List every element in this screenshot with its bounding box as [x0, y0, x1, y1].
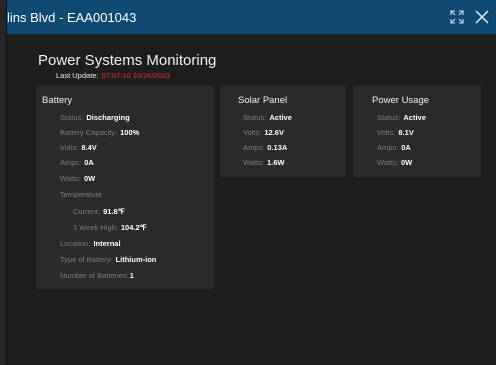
solar-panel-card-title: Solar Panel — [238, 95, 288, 106]
battery-type-row: Type of Battery: Lithium-ion — [60, 255, 156, 264]
power-usage-card-title: Power Usage — [372, 95, 430, 106]
battery-temp-current-row: Current: 91.8℉ — [73, 207, 125, 216]
usage-volts-label: Volts: — [377, 128, 396, 137]
page-title: Power Systems Monitoring — [38, 52, 217, 69]
usage-amps-value: 0A — [401, 143, 411, 152]
battery-card: Battery Status: Discharging Battery Capac… — [36, 85, 214, 289]
dialog-titlebar: lins Blvd - EAA001043 — [7, 0, 496, 34]
usage-amps-row: Amps: 0A — [377, 143, 411, 152]
battery-amps-row: Amps: 0A — [60, 158, 94, 167]
solar-watts-label: Watts: — [243, 158, 264, 167]
battery-capacity-label: Battery Capacity: — [60, 128, 118, 137]
battery-number-value: 1 — [129, 271, 134, 280]
battery-watts-label: Watts: — [60, 174, 81, 183]
battery-temp-week-high-label: 1 Week High: — [73, 223, 118, 232]
solar-watts-value: 1.6W — [266, 158, 285, 167]
battery-location-label: Location: — [60, 239, 91, 248]
solar-amps-value: 0.13A — [267, 143, 288, 152]
battery-temp-current-value: 91.8℉ — [103, 207, 125, 216]
solar-amps-label: Amps: — [243, 143, 265, 152]
background-app-sidebar — [0, 0, 7, 365]
battery-temperature-heading: Temperature — [60, 190, 102, 199]
usage-amps-label: Amps: — [377, 143, 399, 152]
battery-temp-week-high-value: 104.2℉ — [120, 223, 147, 232]
battery-amps-value: 0A — [84, 158, 94, 167]
battery-number-row: Number of Batteries:1 — [60, 271, 134, 280]
close-icon[interactable] — [473, 8, 491, 26]
usage-status-value: Active — [403, 113, 426, 122]
solar-volts-label: Volts: — [243, 128, 262, 137]
usage-status-label: Status: — [377, 113, 401, 122]
last-update: Last Update: 07:07:10 10/26/2023 — [56, 71, 170, 80]
battery-watts-value: 0W — [83, 174, 96, 183]
battery-type-value: Lithium-ion — [115, 255, 157, 264]
expand-icon[interactable] — [448, 8, 466, 26]
battery-temp-current-label: Current: — [73, 207, 101, 216]
solar-amps-row: Amps: 0.13A — [243, 143, 287, 152]
usage-status-row: Status: Active — [377, 113, 426, 122]
battery-status-value: Discharging — [86, 113, 130, 122]
battery-capacity-row: Battery Capacity: 100% — [60, 128, 139, 137]
power-monitor-dialog: lins Blvd - EAA001043 Power Systems Moni… — [7, 0, 496, 365]
battery-number-label: Number of Batteries: — [60, 271, 129, 280]
battery-volts-row: Volts: 8.4V — [60, 143, 97, 152]
usage-watts-row: Watts: 0W — [377, 158, 412, 167]
solar-status-label: Status: — [243, 113, 267, 122]
solar-panel-card: Solar Panel Status: Active Volts: 12.6V Am… — [220, 85, 346, 177]
battery-watts-row: Watts: 0W — [60, 174, 95, 183]
usage-volts-row: Volts: 8.1V — [377, 128, 414, 137]
battery-amps-label: Amps: — [60, 158, 82, 167]
usage-volts-value: 8.1V — [398, 128, 414, 137]
last-update-timestamp: 07:07:10 10/26/2023 — [101, 71, 171, 80]
usage-watts-label: Watts: — [377, 158, 398, 167]
solar-volts-row: Volts: 12.6V — [243, 128, 284, 137]
power-usage-card: Power Usage Status: Active Volts: 8.1V Amp… — [353, 85, 481, 177]
solar-status-value: Active — [269, 113, 292, 122]
dialog-title: lins Blvd - EAA001043 — [7, 9, 137, 25]
battery-temperature-label: Temperature — [60, 190, 103, 199]
battery-volts-label: Volts: — [60, 143, 79, 152]
solar-status-row: Status: Active — [243, 113, 292, 122]
dialog-content: Power Systems Monitoring Last Update: 07:… — [7, 34, 496, 365]
last-update-label: Last Update: — [56, 71, 99, 80]
battery-type-label: Type of Battery: — [60, 255, 113, 264]
battery-temp-week-high-row: 1 Week High: 104.2℉ — [73, 223, 147, 232]
battery-capacity-value: 100% — [120, 128, 140, 137]
battery-card-title: Battery — [42, 95, 73, 106]
solar-volts-value: 12.6V — [264, 128, 284, 137]
battery-location-value: Internal — [93, 239, 121, 248]
battery-location-row: Location: Internal — [60, 239, 121, 248]
battery-status-label: Status: — [60, 113, 84, 122]
solar-watts-row: Watts: 1.6W — [243, 158, 285, 167]
battery-status-row: Status: Discharging — [60, 113, 130, 122]
usage-watts-value: 0W — [400, 158, 413, 167]
battery-volts-value: 8.4V — [81, 143, 97, 152]
